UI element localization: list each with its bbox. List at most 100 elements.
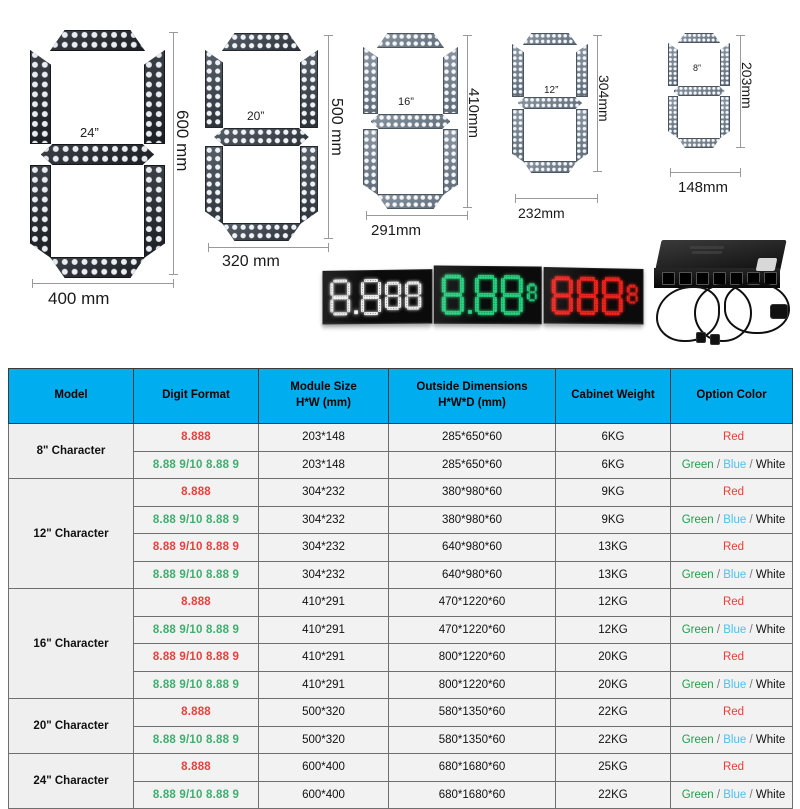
segment-a: [377, 33, 444, 48]
option-color-cell: Green / Blue / White: [670, 615, 793, 644]
option-color-cell: Red: [670, 643, 793, 672]
option-color-cell: Red: [670, 588, 793, 617]
digit-format-cell: 8.888: [133, 423, 259, 452]
digit-format-cell: 8.888: [133, 753, 259, 782]
dimension-cap-top-24in: [169, 32, 178, 33]
segment-d: [50, 257, 145, 278]
dimension-height-12in: 304mm: [596, 75, 612, 122]
option-color-cell: Green / Blue / White: [670, 505, 793, 534]
dimension-line-width-12in: [515, 198, 597, 199]
option-red: Red: [722, 596, 745, 609]
segment-b: [300, 50, 318, 128]
header-option-color: Option Color: [670, 368, 793, 424]
seven-segment-digit-20in: [205, 33, 318, 241]
dimension-cap-bottom-16in: [463, 207, 472, 208]
digit-diagram-20in: 20”: [205, 33, 318, 241]
option-green: Green: [681, 458, 714, 471]
digit-diagram-16in: 16”: [363, 33, 458, 209]
option-red: Red: [722, 706, 745, 719]
table-header-row: Model Digit Format Module Size H*W (mm) …: [8, 368, 793, 424]
option-red: Red: [722, 541, 745, 554]
segment-b: [576, 44, 588, 97]
dimension-width-8in: 148mm: [678, 179, 729, 196]
option-white: White: [755, 513, 786, 526]
option-color-cell: Red: [670, 698, 793, 727]
outside-dimensions-cell: 470*1220*60: [388, 588, 556, 617]
header-module-size-line1: Module Size: [290, 381, 357, 394]
sign-glass: [434, 266, 541, 324]
table-row: 12" Character 8.888 304*232 380*980*60 9KG Re…: [8, 478, 793, 589]
module-size-cell: 410*291: [258, 643, 389, 672]
option-red: Red: [722, 651, 745, 664]
digit-format-cell: 8.888: [133, 588, 259, 617]
module-size-cell: 500*320: [258, 698, 389, 727]
outside-dimensions-cell: 580*1350*60: [388, 698, 556, 727]
digit-format-cell: 8.88 9/10 8.88 9: [133, 533, 259, 562]
dimension-cap-top-16in: [463, 35, 472, 36]
table-row: 8" Character 8.888 203*148 285*650*60 6KG Red: [8, 423, 793, 479]
dimension-cap-top-8in: [736, 35, 745, 36]
segment-d: [377, 194, 444, 209]
model-cell-4: 24" Character: [8, 753, 134, 809]
digit-format-cell: 8.88 9/10 8.88 9: [133, 780, 259, 809]
table-body: 8" Character 8.888 203*148 285*650*60 6KG Red…: [8, 423, 793, 809]
module-size-cell: 203*148: [258, 423, 389, 452]
module-size-cell: 500*320: [258, 725, 389, 754]
dimension-height-16in: 410mm: [465, 88, 482, 139]
model-cell-3: 20" Character: [8, 698, 134, 754]
outside-dimensions-cell: 680*1680*60: [388, 780, 556, 809]
segment-c: [720, 96, 730, 138]
cabinet-weight-cell: 9KG: [555, 505, 671, 534]
segment-c: [576, 109, 588, 162]
header-module-size: Module Size H*W (mm): [258, 368, 389, 424]
digit-inch-label-24in: 24”: [80, 125, 99, 140]
dimension-height-24in: 600 mm: [173, 110, 192, 172]
option-white: White: [755, 568, 786, 581]
segment-d: [678, 138, 720, 148]
option-blue: Blue: [723, 733, 747, 746]
led-sign-photos: [322, 262, 644, 337]
dimension-cap-left-20in: [208, 243, 209, 252]
header-digit-format-line1: Digit Format: [162, 389, 230, 402]
specification-table: Model Digit Format Module Size H*W (mm) …: [8, 368, 793, 809]
header-digit-format: Digit Format: [133, 368, 259, 424]
segment-a: [50, 30, 145, 51]
dimension-cap-right-8in: [740, 168, 741, 177]
dimension-width-24in: 400 mm: [48, 289, 110, 308]
cabinet-weight-cell: 9KG: [555, 478, 671, 507]
segment-a: [678, 33, 720, 43]
header-outside-dimensions: Outside Dimensions H*W*D (mm): [388, 368, 556, 424]
seven-segment-digit-24in: [30, 30, 165, 278]
dimension-cap-bottom-24in: [169, 274, 178, 275]
option-color-cell: Red: [670, 753, 793, 782]
header-outside-dimensions-line2: H*W*D (mm): [438, 397, 506, 409]
module-size-cell: 304*232: [258, 560, 389, 589]
green-sign: [433, 265, 542, 325]
segment-a: [222, 33, 301, 51]
digit-diagram-8in: 8”: [668, 33, 730, 148]
sign-glass: [544, 268, 643, 324]
option-green: Green: [681, 733, 714, 746]
dimension-cap-bottom-12in: [593, 171, 602, 172]
model-cell-2: 16" Character: [8, 588, 134, 699]
header-cabinet-weight-line1: Cabinet Weight: [571, 389, 655, 402]
dimension-height-8in: 203mm: [739, 62, 755, 109]
module-size-cell: 410*291: [258, 615, 389, 644]
digit-diagram-24in: 24”: [30, 30, 165, 278]
model-cell-0: 8" Character: [8, 423, 134, 479]
option-color-cell: Red: [670, 533, 793, 562]
digit-format-cell: 8.88 9/10 8.88 9: [133, 450, 259, 479]
outside-dimensions-cell: 640*980*60: [388, 533, 556, 562]
segment-e: [668, 96, 678, 138]
option-blue: Blue: [723, 623, 747, 636]
cabinet-weight-cell: 6KG: [555, 423, 671, 452]
digit-inch-label-20in: 20”: [247, 109, 265, 123]
cabinet-weight-cell: 25KG: [555, 753, 671, 782]
option-color-cell: Red: [670, 478, 793, 507]
outside-dimensions-cell: 285*650*60: [388, 423, 556, 452]
option-blue: Blue: [723, 678, 747, 691]
segment-f: [30, 50, 51, 144]
seven-segment-digit-8in: [668, 33, 730, 148]
segment-d: [523, 161, 577, 173]
segment-g: [518, 97, 582, 109]
